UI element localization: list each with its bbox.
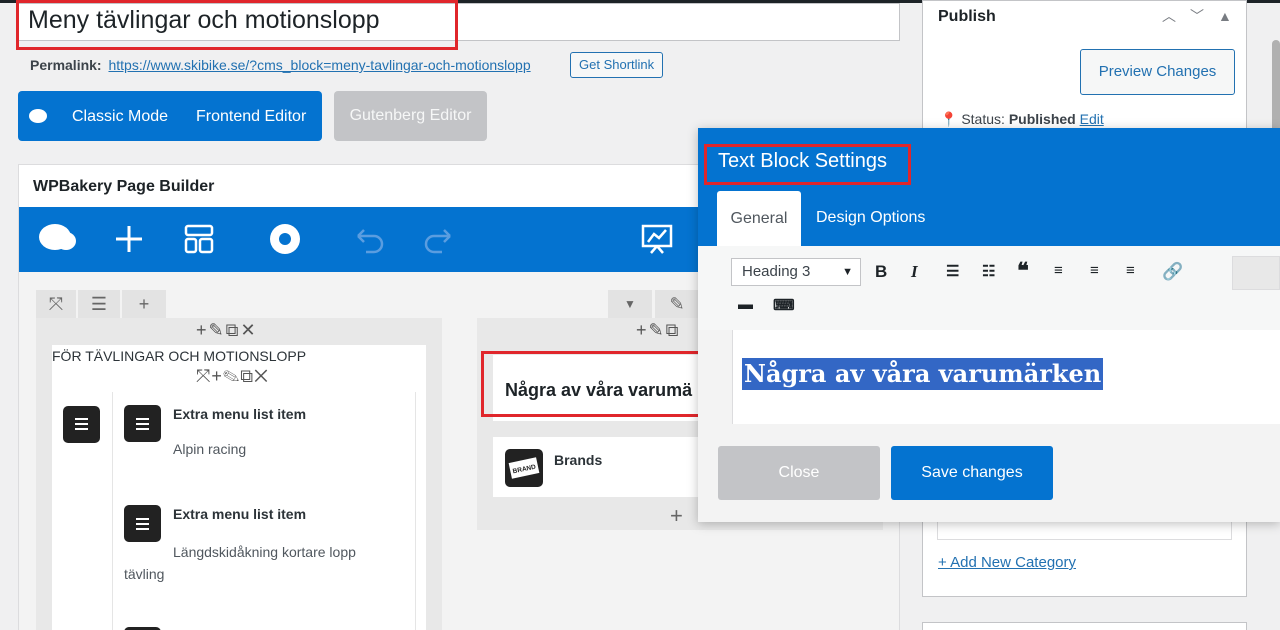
sidebar-box (922, 622, 1247, 630)
modal-title-annotation-box (704, 144, 911, 185)
gutenberg-editor-button[interactable]: Gutenberg Editor (334, 91, 487, 141)
element-controls[interactable]: ⤧+✎⧉✕ (196, 366, 269, 387)
tab-design-options[interactable]: Design Options (816, 209, 925, 227)
row-edit-icon[interactable]: ✎ (655, 290, 699, 318)
editor-selected-heading[interactable]: Några av våra varumärken (742, 358, 1104, 390)
menu-item-title[interactable]: Extra menu list item (173, 406, 306, 422)
bullet-list-icon[interactable]: ☰ (946, 262, 959, 280)
bold-icon[interactable]: B (875, 262, 887, 282)
chevron-down-icon: ▼ (842, 266, 853, 278)
column-controls[interactable]: +✎⧉ (636, 320, 680, 341)
menu-item-title[interactable]: Extra menu list item (173, 506, 306, 522)
menu-item-subtitle: Längdskidåkning kortare lopp tävling (124, 544, 356, 582)
undo-icon[interactable] (352, 222, 386, 256)
align-left-icon[interactable]: ≡ (1054, 262, 1063, 279)
menu-item-icon (124, 505, 161, 542)
settings-icon[interactable] (268, 222, 302, 256)
toolbar-toggle-icon[interactable]: ⌨ (773, 296, 795, 314)
numbered-list-icon[interactable]: ☷ (982, 262, 995, 280)
permalink-label: Permalink: (30, 57, 102, 73)
menu-list-icon (63, 406, 100, 443)
permalink-row: Permalink: https://www.skibike.se/?cms_b… (30, 57, 531, 73)
wpbakery-logo-icon[interactable] (38, 222, 78, 256)
align-center-icon[interactable]: ≡ (1090, 262, 1099, 279)
pin-icon: 📍 (940, 111, 958, 127)
wpbakery-logo-icon (29, 109, 47, 123)
get-shortlink-button[interactable]: Get Shortlink (570, 52, 664, 78)
add-new-category-link[interactable]: + Add New Category (938, 554, 1076, 571)
preview-changes-button[interactable]: Preview Changes (1080, 49, 1235, 95)
status-edit-link[interactable]: Edit (1080, 111, 1104, 127)
align-right-icon[interactable]: ≡ (1126, 262, 1135, 279)
read-more-icon[interactable]: ▬ (738, 296, 753, 313)
text-block-annotation-box (481, 351, 703, 417)
tab-general[interactable]: General (717, 191, 801, 246)
wpbakery-panel-title: WPBakery Page Builder (33, 178, 215, 195)
permalink-link[interactable]: https://www.skibike.se/?cms_block=meny-t… (108, 57, 530, 73)
preview-icon[interactable] (640, 222, 674, 256)
publish-title: Publish (938, 8, 996, 25)
row-move-icon[interactable]: ⤧ (36, 290, 76, 318)
frontend-editor-button[interactable]: Frontend Editor (196, 108, 306, 126)
add-shortcode-icon[interactable] (1232, 256, 1280, 290)
menu-item-icon (124, 405, 161, 442)
templates-icon[interactable] (184, 222, 214, 256)
row-toggle-icon[interactable]: ▼ (608, 290, 652, 318)
row-layout-icon[interactable]: ☰ (78, 290, 120, 318)
classic-mode-button[interactable]: Classic Mode (72, 108, 168, 126)
redo-icon[interactable] (422, 222, 456, 256)
save-changes-button[interactable]: Save changes (891, 446, 1053, 500)
title-annotation-box (16, 0, 458, 50)
brands-label: Brands (554, 452, 603, 468)
box-controls[interactable]: ︿﹀▲ (1162, 6, 1246, 26)
add-element-icon[interactable] (114, 222, 144, 256)
column-heading: FÖR TÄVLINGAR OCH MOTIONSLOPP (52, 348, 307, 364)
close-button[interactable]: Close (718, 446, 880, 500)
format-select[interactable]: Heading 3 ▼ (731, 258, 861, 286)
link-icon[interactable]: 🔗 (1162, 262, 1183, 282)
column-controls[interactable]: +✎⧉✕ (196, 320, 258, 341)
italic-icon[interactable]: I (911, 262, 918, 282)
status-value: Published (1008, 111, 1076, 127)
add-element-icon[interactable]: + (670, 503, 683, 529)
row-add-icon[interactable]: + (122, 290, 166, 318)
menu-item-subtitle: Alpin racing (173, 441, 247, 457)
caret-up-icon[interactable]: ▲ (1218, 8, 1246, 24)
chevron-down-icon[interactable]: ﹀ (1190, 8, 1218, 24)
post-status-row: 📍 Status: Published Edit (940, 111, 1104, 128)
format-select-value: Heading 3 (742, 263, 811, 280)
brand-tag-icon: BRAND (505, 449, 543, 487)
blockquote-icon[interactable]: ❝ (1017, 258, 1029, 284)
chevron-up-icon[interactable]: ︿ (1162, 8, 1190, 24)
status-label: Status: (961, 111, 1005, 127)
